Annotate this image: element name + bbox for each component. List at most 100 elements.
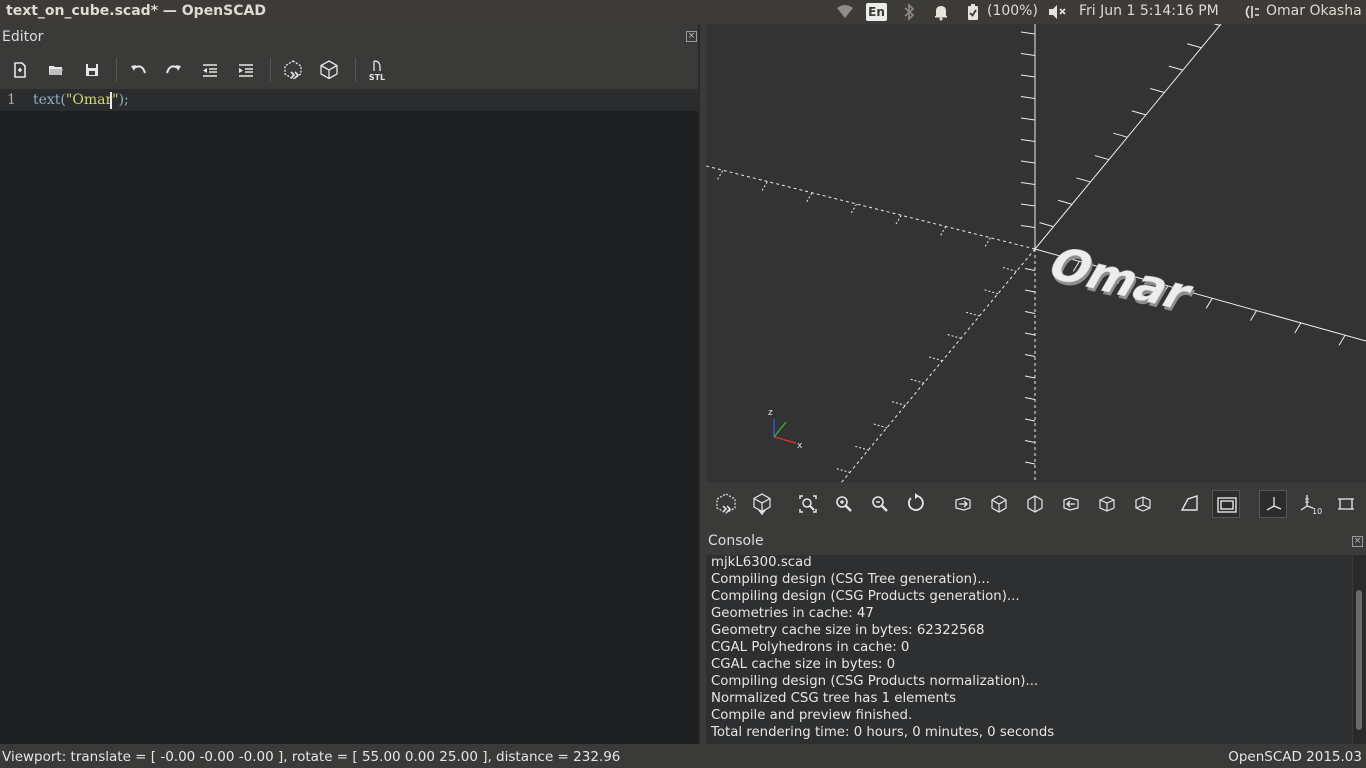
axis-tick xyxy=(1131,110,1146,116)
toolbar-separator xyxy=(355,58,356,82)
gizmo-z-label: z xyxy=(768,408,773,418)
show-scale-markers-icon[interactable]: 10 xyxy=(1295,490,1323,518)
axis-tick xyxy=(1113,132,1128,138)
show-edges-icon[interactable] xyxy=(1332,490,1360,518)
gizmo-x-label: x xyxy=(797,441,803,451)
view-back-icon[interactable] xyxy=(1129,490,1157,518)
axis-tick xyxy=(894,215,902,226)
axis-tick xyxy=(1002,266,1017,272)
editor-panel: Editor × STL 1 text("Omar"); xyxy=(0,24,700,744)
code-editor[interactable]: 1 text("Omar"); xyxy=(0,89,698,744)
view-bottom-icon[interactable] xyxy=(1021,490,1049,518)
redo-icon[interactable] xyxy=(162,58,186,82)
viewport-info: Viewport: translate = [ -0.00 -0.00 -0.0… xyxy=(2,749,621,765)
code-line[interactable]: text("Omar"); xyxy=(33,92,129,108)
indent-icon[interactable] xyxy=(234,58,258,82)
console-scrollbar[interactable] xyxy=(1353,555,1366,744)
zoom-out-icon[interactable] xyxy=(866,490,894,518)
notification-bell-icon[interactable] xyxy=(932,3,950,21)
axis-tick xyxy=(1024,440,1036,443)
unindent-icon[interactable] xyxy=(198,58,222,82)
editor-toolbar: STL xyxy=(0,54,700,84)
view-all-icon[interactable] xyxy=(794,490,822,518)
clock[interactable]: Fri Jun 1 5:14:16 PM xyxy=(1079,3,1219,19)
text-caret xyxy=(110,92,112,109)
save-file-icon[interactable] xyxy=(80,58,104,82)
axis-tick xyxy=(1076,177,1091,183)
console-line: Compile and preview finished. xyxy=(711,708,913,723)
axis-tick xyxy=(1168,65,1183,71)
render-icon[interactable] xyxy=(748,490,776,518)
3d-viewport[interactable]: Omar Omar x z xyxy=(706,24,1366,483)
axis-tick xyxy=(1024,418,1036,422)
view-top-icon[interactable] xyxy=(985,490,1013,518)
console-line: Compiling design (CSG Products generatio… xyxy=(711,589,1020,604)
axis-tick xyxy=(1024,375,1036,379)
axis-tick xyxy=(1057,199,1073,205)
viewport-toolbar: 10 xyxy=(706,486,1366,522)
reset-view-icon[interactable] xyxy=(902,490,930,518)
view-front-icon[interactable] xyxy=(1093,490,1121,518)
view-right-icon[interactable] xyxy=(949,490,977,518)
battery-icon[interactable] xyxy=(964,3,982,21)
perspective-icon[interactable] xyxy=(1176,490,1204,518)
axis-tick xyxy=(716,170,724,182)
axis-tick xyxy=(1338,335,1346,346)
axis-tick xyxy=(1024,268,1036,271)
console-line: Normalized CSG tree has 1 elements xyxy=(711,691,957,706)
undo-icon[interactable] xyxy=(126,58,150,82)
editor-splitter[interactable] xyxy=(698,24,700,744)
line-number: 1 xyxy=(7,92,16,108)
orthogonal-icon[interactable] xyxy=(1212,490,1240,518)
y-axis-positive xyxy=(1034,24,1222,250)
preview-icon[interactable] xyxy=(281,58,305,82)
keyboard-language-indicator[interactable]: En xyxy=(866,3,887,21)
viewport-canvas: Omar Omar x z xyxy=(706,24,1366,483)
export-stl-icon[interactable]: STL xyxy=(365,58,389,82)
wifi-icon[interactable] xyxy=(836,3,854,21)
show-axes-icon[interactable] xyxy=(1259,490,1287,518)
editor-title: Editor xyxy=(2,29,44,45)
console-line: CGAL Polyhedrons in cache: 0 xyxy=(711,640,910,655)
axis-tick xyxy=(850,204,857,215)
status-bar: Viewport: translate = [ -0.00 -0.00 -0.0… xyxy=(0,746,1366,768)
axis-tick xyxy=(928,356,943,362)
zoom-in-icon[interactable] xyxy=(830,490,858,518)
power-session-icon[interactable] xyxy=(1243,3,1261,21)
code-suffix: ); xyxy=(118,92,129,108)
editor-close-button[interactable]: × xyxy=(686,31,697,42)
console-line: Total rendering time: 0 hours, 0 minutes… xyxy=(711,725,1055,740)
axis-tick xyxy=(1020,117,1036,121)
console-scrollbar-thumb[interactable] xyxy=(1356,590,1362,730)
bluetooth-icon[interactable] xyxy=(900,3,918,21)
preview-icon[interactable] xyxy=(712,490,740,518)
battery-percentage: (100%) xyxy=(987,3,1038,19)
console-line: Compiling design (CSG Tree generation)..… xyxy=(711,572,990,587)
axis-tick xyxy=(873,423,888,429)
axis-tick xyxy=(1094,155,1110,161)
axis-tick xyxy=(805,192,813,204)
console-close-button[interactable]: × xyxy=(1352,536,1363,547)
stl-label: STL xyxy=(369,73,385,82)
axis-tick xyxy=(1212,24,1220,26)
open-file-icon[interactable] xyxy=(44,58,68,82)
render-icon[interactable] xyxy=(317,58,341,82)
axis-tick xyxy=(854,445,869,451)
axis-tick xyxy=(1020,203,1036,207)
axis-tick xyxy=(1024,289,1036,293)
x-axis-negative xyxy=(706,165,1036,250)
new-file-icon[interactable] xyxy=(8,58,32,82)
model-text: Omar Omar xyxy=(1038,238,1204,324)
console-line: Compiling design (CSG Products normaliza… xyxy=(711,674,1039,689)
console-line: CGAL cache size in bytes: 0 xyxy=(711,657,896,672)
axis-tick xyxy=(1024,397,1036,400)
axis-tick xyxy=(1020,74,1036,78)
axis-tick xyxy=(1020,160,1036,164)
user-name[interactable]: Omar Okasha xyxy=(1266,3,1362,19)
axis-tick xyxy=(836,468,851,474)
axis-tick xyxy=(1024,461,1036,465)
axis-tick xyxy=(1020,225,1036,228)
console-output[interactable]: mjkL6300.scad Compiling design (CSG Tree… xyxy=(706,555,1352,744)
sound-muted-icon[interactable] xyxy=(1047,3,1066,21)
view-left-icon[interactable] xyxy=(1057,490,1085,518)
